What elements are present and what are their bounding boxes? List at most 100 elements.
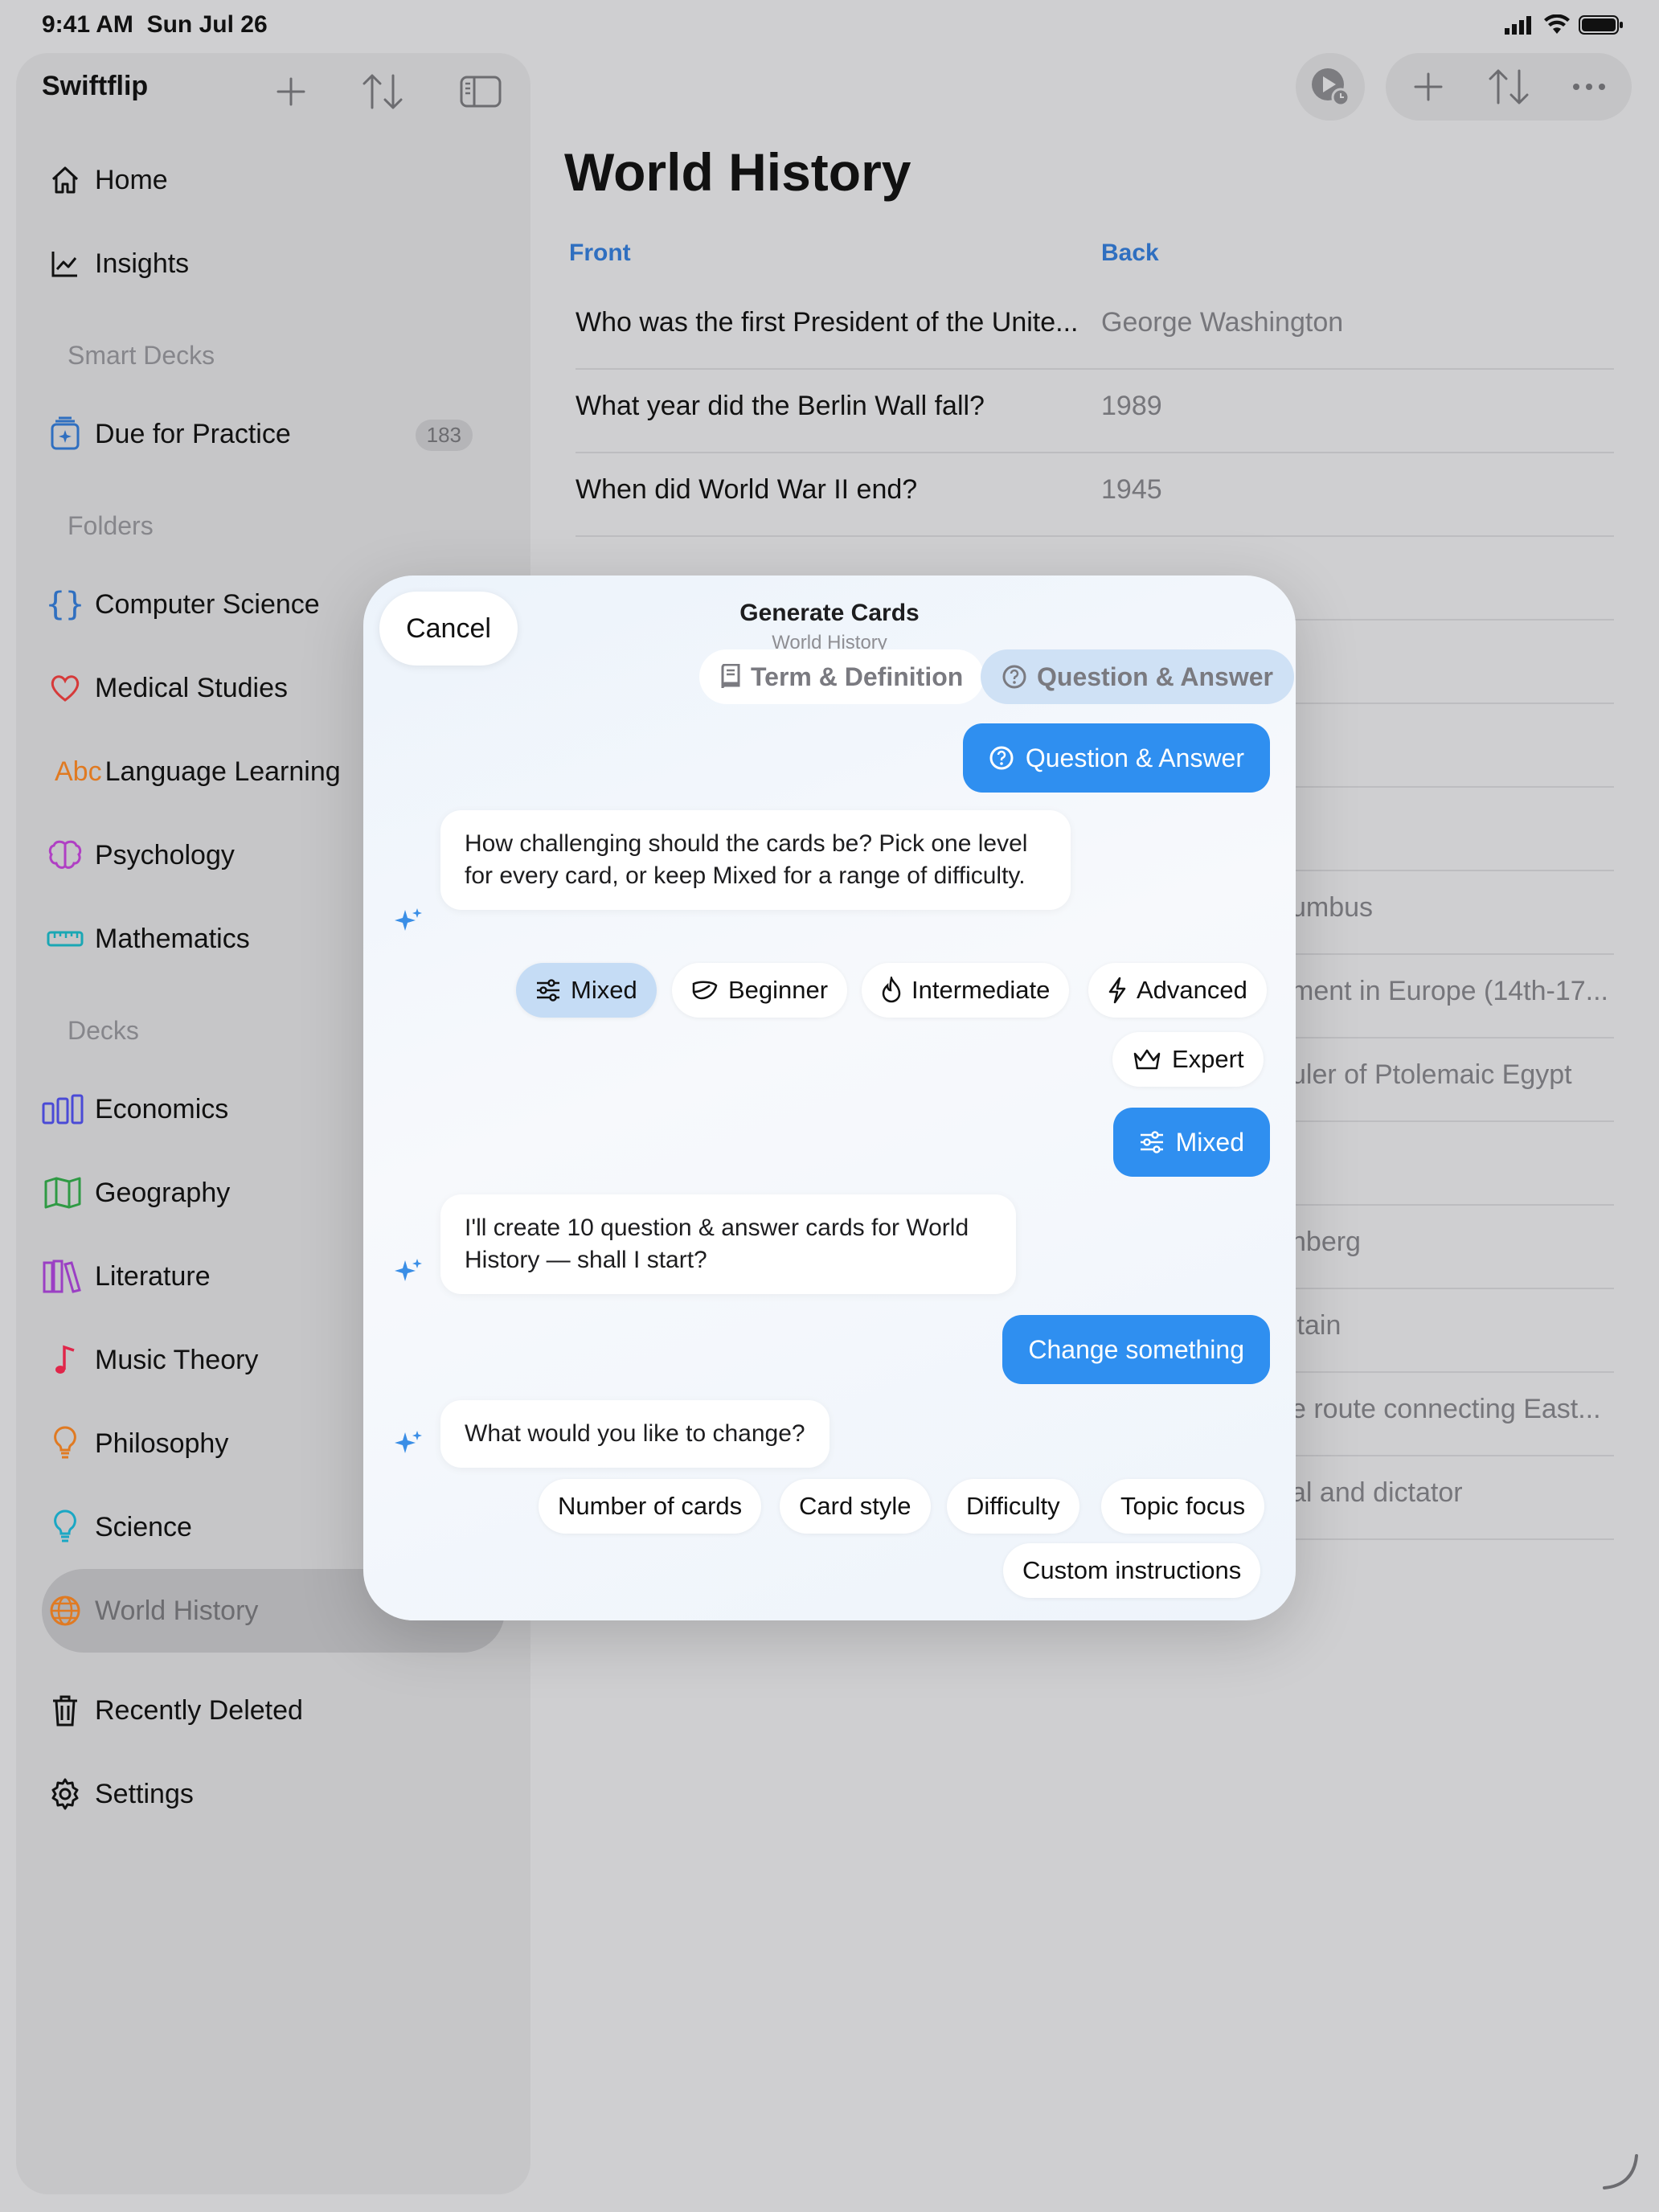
table-row[interactable]: When did World War II end? 1945 xyxy=(576,453,1614,537)
lightbulb-icon xyxy=(47,1509,84,1546)
crown-icon xyxy=(1132,1047,1162,1071)
sort-arrows-icon xyxy=(1489,69,1529,104)
change-option-number-of-cards[interactable]: Number of cards xyxy=(539,1479,762,1534)
sidebar-item-insights[interactable]: Insights xyxy=(47,235,497,293)
play-review-button[interactable] xyxy=(1296,53,1365,121)
sidebar-item-label: World History xyxy=(95,1595,259,1626)
difficulty-option-expert[interactable]: Expert xyxy=(1112,1032,1264,1087)
sidebar-item-due-for-practice[interactable]: Due for Practice 183 xyxy=(47,405,497,463)
user-reply-text: Question & Answer xyxy=(1025,743,1244,772)
card-back: ment in Europe (14th-17... xyxy=(1291,976,1609,1006)
user-reply-text: Mixed xyxy=(1175,1127,1244,1157)
toggle-sidebar-button[interactable] xyxy=(457,68,505,116)
sidebar-item-label: Music Theory xyxy=(95,1344,259,1375)
status-icons xyxy=(1503,14,1624,35)
segment-term-definition[interactable]: Term & Definition xyxy=(699,649,985,704)
cellular-signal-icon xyxy=(1505,16,1531,35)
folders-header: Folders xyxy=(68,511,154,540)
difficulty-option-beginner[interactable]: Beginner xyxy=(672,963,848,1018)
chart-line-icon xyxy=(47,245,84,282)
chip-label: Intermediate xyxy=(911,976,1051,1004)
generate-cards-sheet: Cancel Generate Cards World History Term… xyxy=(363,576,1296,1620)
sidebar-item-label: Mathematics xyxy=(95,923,250,954)
user-reply-bubble: Question & Answer xyxy=(962,723,1270,793)
wifi-icon xyxy=(1544,14,1570,34)
ai-message-bubble: I'll create 10 question & answer cards f… xyxy=(440,1194,1016,1294)
chip-label: Advanced xyxy=(1137,976,1247,1004)
more-button[interactable] xyxy=(1553,83,1625,91)
decks-header: Decks xyxy=(68,1016,139,1045)
card-back: e route connecting East... xyxy=(1291,1394,1601,1424)
difficulty-option-mixed[interactable]: Mixed xyxy=(516,963,657,1018)
user-reply-bubble: Change something xyxy=(1002,1315,1270,1384)
user-reply-bubble: Mixed xyxy=(1112,1108,1270,1177)
page-title: World History xyxy=(564,142,911,202)
change-option-difficulty[interactable]: Difficulty xyxy=(947,1479,1079,1534)
sidebar-item-home[interactable]: Home xyxy=(47,151,497,209)
card-front: When did World War II end? xyxy=(576,474,918,505)
column-header-front[interactable]: Front xyxy=(569,240,631,267)
card-back: al and dictator xyxy=(1291,1477,1463,1508)
add-button[interactable] xyxy=(267,68,315,116)
table-row[interactable]: What year did the Berlin Wall fall? 1989 xyxy=(576,370,1614,453)
difficulty-option-advanced[interactable]: Advanced xyxy=(1088,963,1267,1018)
plus-icon xyxy=(276,77,305,106)
difficulty-option-intermediate[interactable]: Intermediate xyxy=(862,963,1070,1018)
change-option-custom-instructions[interactable]: Custom instructions xyxy=(1003,1543,1261,1598)
date-text: Sun Jul 26 xyxy=(146,11,268,38)
heart-icon xyxy=(47,670,84,707)
resize-handle-icon[interactable] xyxy=(1600,2151,1641,2193)
sidebar-item-label: Settings xyxy=(95,1778,194,1809)
chip-label: Mixed xyxy=(571,976,637,1004)
due-count-badge: 183 xyxy=(415,420,473,451)
globe-icon xyxy=(47,1592,84,1629)
bolt-icon xyxy=(1108,977,1127,1004)
sidebar-item-recently-deleted[interactable]: Recently Deleted xyxy=(47,1682,497,1739)
sidebar-item-label: Geography xyxy=(95,1177,231,1208)
ai-sparkle-icon xyxy=(395,908,422,931)
ellipsis-icon xyxy=(1573,84,1605,90)
music-note-icon xyxy=(47,1342,84,1378)
leaf-icon xyxy=(691,979,719,1002)
status-bar: 9:41 AM Sun Jul 26 xyxy=(0,0,1659,50)
card-back: itain xyxy=(1291,1310,1342,1341)
sidebar-item-label: Language Learning xyxy=(104,756,341,787)
card-back: 1989 xyxy=(1101,391,1162,421)
segment-label: Term & Definition xyxy=(751,662,964,691)
add-card-button[interactable] xyxy=(1392,71,1464,103)
time-text: 9:41 AM xyxy=(42,11,133,38)
table-row[interactable]: Who was the first President of the Unite… xyxy=(576,286,1614,370)
change-option-card-style[interactable]: Card style xyxy=(780,1479,931,1534)
sidebar-icon xyxy=(460,76,502,108)
book-icon xyxy=(720,664,741,690)
map-icon xyxy=(42,1174,84,1211)
ai-message-bubble: How challenging should the cards be? Pic… xyxy=(440,810,1071,910)
sort-cards-button[interactable] xyxy=(1464,68,1553,106)
ai-sparkle-icon xyxy=(395,1259,422,1281)
column-header-back[interactable]: Back xyxy=(1101,240,1159,267)
chip-label: Expert xyxy=(1172,1045,1244,1073)
sidebar-item-label: Recently Deleted xyxy=(95,1694,303,1726)
user-reply-text: Change something xyxy=(1028,1334,1244,1364)
sidebar-item-label: Computer Science xyxy=(95,588,320,620)
sidebar-item-label: Science xyxy=(95,1511,192,1542)
trash-icon xyxy=(47,1692,84,1729)
house-icon xyxy=(47,162,84,199)
plus-icon xyxy=(1414,72,1443,101)
change-option-topic-focus[interactable]: Topic focus xyxy=(1101,1479,1265,1534)
flame-icon xyxy=(881,977,902,1004)
sheet-title: Generate Cards xyxy=(739,600,920,626)
gear-icon xyxy=(47,1776,84,1813)
segment-question-answer[interactable]: Question & Answer xyxy=(981,649,1294,704)
segment-label: Question & Answer xyxy=(1037,662,1273,691)
card-back: umbus xyxy=(1291,892,1374,923)
app-title: Swiftflip xyxy=(42,71,149,101)
sidebar-item-label: Home xyxy=(95,164,168,195)
lightbulb-icon xyxy=(47,1425,84,1462)
sidebar-item-settings[interactable]: Settings xyxy=(47,1765,497,1823)
sidebar-item-label: Psychology xyxy=(95,839,235,870)
sort-button[interactable] xyxy=(358,68,407,116)
play-clock-icon xyxy=(1312,68,1350,107)
ruler-icon xyxy=(47,920,84,957)
smart-decks-header: Smart Decks xyxy=(68,341,215,370)
